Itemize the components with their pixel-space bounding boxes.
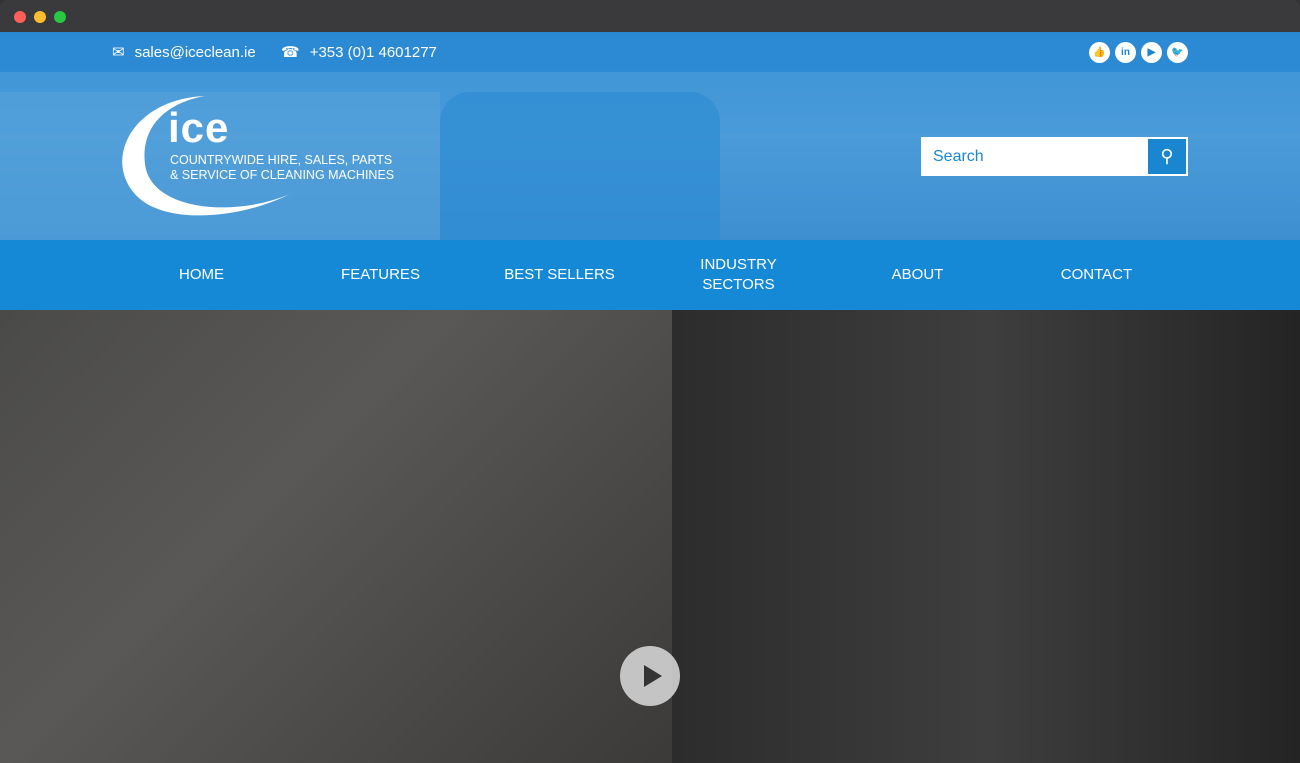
phone-text: +353 (0)1 4601277 [309, 43, 437, 61]
main-nav: HOME FEATURES BEST SELLERS INDUSTRY SECT… [0, 240, 1300, 310]
site-header: ✉ sales@iceclean.ie ☎ +353 (0)1 4601277 👍 … [0, 32, 1300, 240]
email-text: sales@iceclean.ie [134, 43, 256, 61]
nav-contact[interactable]: CONTACT [1007, 240, 1186, 310]
minimize-window-button[interactable] [34, 11, 46, 23]
email-link[interactable]: ✉ sales@iceclean.ie [112, 43, 256, 62]
logo[interactable]: ice COUNTRYWIDE HIRE, SALES, PARTS & SERV… [110, 94, 410, 219]
linkedin-icon[interactable]: in [1115, 42, 1136, 63]
nav-best-sellers[interactable]: BEST SELLERS [470, 240, 649, 310]
phone-icon: ☎ [281, 44, 300, 61]
close-window-button[interactable] [14, 11, 26, 23]
search-button[interactable]: ⚲ [1147, 138, 1187, 175]
hero-video [0, 310, 1300, 763]
window-titlebar [0, 0, 1300, 32]
twitter-icon[interactable]: 🐦 [1167, 42, 1188, 63]
social-links: 👍 in ▶ 🐦 [1089, 42, 1188, 63]
search-icon: ⚲ [1160, 146, 1174, 166]
nav-industry-sectors[interactable]: INDUSTRY SECTORS [649, 240, 828, 310]
hero-image-right [672, 310, 1300, 763]
youtube-icon[interactable]: ▶ [1141, 42, 1162, 63]
search-input[interactable] [922, 138, 1147, 175]
play-button[interactable] [620, 646, 680, 706]
logo-tagline: COUNTRYWIDE HIRE, SALES, PARTS & SERVICE … [170, 153, 395, 182]
maximize-window-button[interactable] [54, 11, 66, 23]
search-form: ⚲ [921, 137, 1188, 176]
hero-image-left [0, 310, 672, 763]
nav-home[interactable]: HOME [112, 240, 291, 310]
thumbs-up-icon[interactable]: 👍 [1089, 42, 1110, 63]
top-bar: ✉ sales@iceclean.ie ☎ +353 (0)1 4601277 👍 … [0, 32, 1300, 72]
envelope-icon: ✉ [112, 44, 125, 61]
nav-about[interactable]: ABOUT [828, 240, 1007, 310]
logo-wordmark: ice [168, 104, 230, 151]
nav-features[interactable]: FEATURES [291, 240, 470, 310]
phone-link[interactable]: ☎ +353 (0)1 4601277 [281, 43, 437, 62]
